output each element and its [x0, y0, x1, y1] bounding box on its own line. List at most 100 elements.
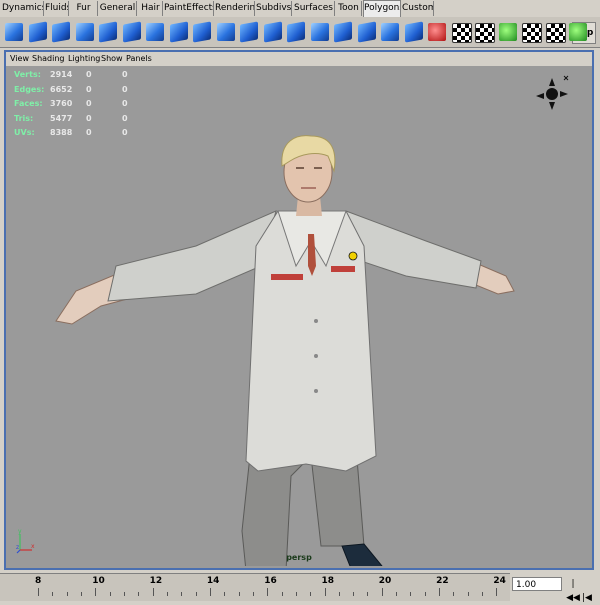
separate-icon: [169, 21, 188, 43]
panel-menu-view[interactable]: View: [10, 53, 29, 65]
planar-mapping-button[interactable]: [426, 20, 448, 44]
timeline-minor-tick: [482, 592, 484, 596]
timeline-tick: [439, 588, 441, 596]
timeline-minor-tick: [52, 592, 54, 596]
timeline-minor-tick: [396, 592, 398, 596]
viewport-panel[interactable]: View Shading Lighting Show Panels Verts: 2914…: [4, 50, 594, 570]
view-compass-icon[interactable]: [532, 74, 572, 114]
timeline-minor-tick: [181, 592, 183, 596]
timeline-tick-label: 10: [92, 576, 105, 586]
spherical-mapping-button[interactable]: [473, 20, 495, 44]
tab-fur[interactable]: Fur: [70, 1, 98, 16]
tab-surfaces[interactable]: Surfaces: [293, 1, 335, 16]
combine-button[interactable]: [144, 20, 166, 44]
timeline-tick-label: 8: [35, 576, 42, 586]
extrude-face-button[interactable]: [262, 20, 284, 44]
poly-plane-icon: [75, 23, 94, 41]
timeline-minor-tick: [80, 592, 82, 596]
tab-subdivs[interactable]: Subdivs: [256, 1, 292, 16]
append-polygon-button[interactable]: [356, 20, 378, 44]
hud-label: Faces:: [14, 99, 43, 108]
camera-name-label: persp: [286, 553, 312, 562]
timeline-minor-tick: [224, 592, 226, 596]
timeline-minor-tick: [353, 592, 355, 596]
separate-button[interactable]: [168, 20, 190, 44]
poly-plane-button[interactable]: [74, 20, 96, 44]
layout-uvs-icon: [522, 23, 542, 43]
extrude-edge-icon: [287, 21, 305, 43]
timeline-minor-tick: [281, 592, 283, 596]
extract-icon: [193, 21, 211, 43]
timeline-tick: [95, 588, 97, 596]
poke-face-button[interactable]: [403, 20, 425, 44]
step-back-button[interactable]: |◀: [580, 591, 594, 605]
axis-y-label: y: [18, 528, 22, 535]
poly-sphere-button[interactable]: [3, 20, 25, 44]
go-to-start-button[interactable]: |◀◀: [566, 577, 580, 605]
current-time-field[interactable]: 1.00: [512, 577, 562, 591]
tab-hair[interactable]: Hair: [139, 1, 163, 16]
panel-menu-shading[interactable]: Shading: [32, 53, 65, 65]
tab-custom[interactable]: Custom: [402, 1, 434, 16]
hud-value: 0: [86, 84, 92, 94]
tab-fluids[interactable]: Fluids: [45, 1, 69, 16]
split-polygon-button[interactable]: [309, 20, 331, 44]
extrude-face-icon: [263, 21, 282, 43]
hud-value: 0: [122, 70, 128, 79]
perspective-view[interactable]: Verts: 2914 0 0 Edges: 6652 0 0 Faces: 3760 0 0 Tris…: [6, 66, 592, 568]
tab-rendering[interactable]: Rendering: [215, 1, 255, 16]
timeline-minor-tick: [338, 592, 340, 596]
wedge-face-icon: [381, 23, 399, 41]
automatic-mapping-button[interactable]: [497, 20, 519, 44]
tab-general[interactable]: General: [99, 1, 137, 16]
split-polygon-icon: [310, 23, 329, 41]
merge-vertices-button[interactable]: [332, 20, 354, 44]
cylindrical-mapping-button[interactable]: [450, 20, 472, 44]
hud-value: 0: [86, 70, 92, 79]
timeline-minor-tick: [238, 592, 240, 596]
layout-uvs-button[interactable]: [520, 20, 542, 44]
extract-button[interactable]: [191, 20, 213, 44]
timeline-minor-tick: [252, 592, 254, 596]
tab-polygons[interactable]: Polygons: [363, 0, 401, 17]
bevel-icon: [240, 21, 258, 43]
hud-value: 2914: [50, 70, 73, 79]
extrude-edge-button[interactable]: [285, 20, 307, 44]
bevel-button[interactable]: [238, 20, 260, 44]
wedge-face-button[interactable]: [379, 20, 401, 44]
timeline-minor-tick: [66, 592, 68, 596]
time-slider[interactable]: 8 10 12 14 16 18 20 22 24: [0, 573, 510, 601]
poly-cylinder-button[interactable]: [50, 20, 72, 44]
poly-cube-button[interactable]: [27, 20, 49, 44]
uv-texture-editor-button[interactable]: [544, 20, 566, 44]
poke-face-icon: [404, 21, 423, 43]
character-model[interactable]: [46, 116, 526, 566]
tab-toon[interactable]: Toon: [336, 1, 362, 16]
append-polygon-icon: [357, 21, 376, 43]
timeline-minor-tick: [295, 592, 297, 596]
poly-cone-button[interactable]: [121, 20, 143, 44]
timeline-minor-tick: [109, 592, 111, 596]
poly-cone-icon: [122, 21, 141, 43]
shelf: Flip: [0, 17, 600, 48]
timeline-tick-label: 20: [378, 576, 392, 586]
panel-menu-lighting[interactable]: Lighting: [68, 53, 100, 65]
smooth-button[interactable]: [215, 20, 237, 44]
tab-dynamics[interactable]: Dynamics: [2, 1, 44, 16]
panel-menu-bar: View Shading Lighting Show Panels: [6, 52, 592, 67]
timeline-tick: [324, 588, 326, 596]
poly-cylinder-icon: [52, 21, 70, 43]
merge-vertices-icon: [334, 21, 352, 43]
timeline-minor-tick: [410, 592, 412, 596]
tab-painteffects[interactable]: PaintEffects: [164, 1, 214, 16]
poly-torus-button[interactable]: [97, 20, 119, 44]
timeline-tick: [152, 588, 154, 596]
timeline-minor-tick: [467, 592, 469, 596]
smooth-icon: [216, 23, 235, 41]
panel-menu-show[interactable]: Show: [101, 53, 123, 65]
normalize-uvs-button[interactable]: [567, 20, 589, 44]
timeline-minor-tick: [123, 592, 125, 596]
hud-label: Tris:: [14, 113, 34, 123]
panel-menu-panels[interactable]: Panels: [126, 53, 152, 65]
timeline-tick-label: 16: [264, 576, 277, 586]
